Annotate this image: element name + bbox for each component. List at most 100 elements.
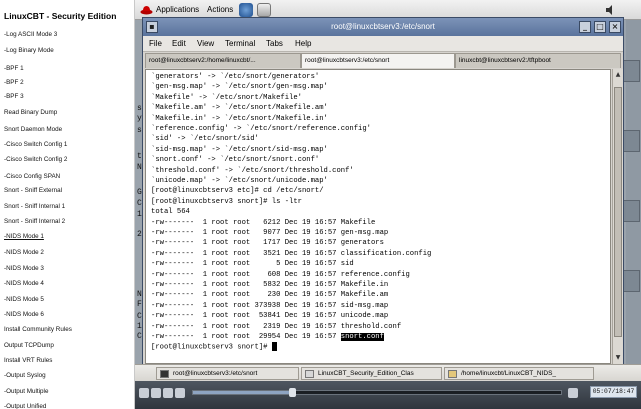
sidebar-lesson-item[interactable]: Snort Daemon Mode	[4, 124, 132, 136]
sidebar-lesson-item[interactable]: Install Community Rules	[4, 324, 132, 336]
media-icon	[305, 370, 314, 378]
actions-menu[interactable]: Actions	[207, 4, 233, 16]
sidebar-lesson-item[interactable]: -Log Binary Mode	[4, 45, 132, 57]
terminal-line: -rw------- 1 root root 9077 Dec 19 16:57…	[151, 228, 388, 238]
seek-handle[interactable]	[289, 388, 297, 397]
terminal-line: `gen-msg.map' -> `/etc/snort/gen-msg.map…	[151, 82, 328, 92]
terminal-line: -rw------- 1 root root 29954 Dec 19 16:5…	[151, 332, 384, 342]
window-menu-icon[interactable]: ▪	[146, 21, 158, 33]
terminal-line: -rw------- 1 root root 5832 Dec 19 16:57…	[151, 280, 388, 290]
terminal-line-text: `reference.config' -> `/etc/snort/refere…	[151, 125, 371, 133]
menu-terminal[interactable]: Terminal	[225, 38, 255, 50]
terminal-line: [root@linuxcbtserv3 snort]# ls -ltr	[151, 197, 302, 207]
sidebar-lesson-item[interactable]: Read Binary Dump	[4, 107, 132, 119]
sidebar-lesson-item[interactable]: Snort - Sniff External	[4, 185, 132, 197]
sidebar-lesson-item[interactable]: -NIDS Mode 2	[4, 247, 132, 259]
menu-edit[interactable]: Edit	[172, 38, 186, 50]
play-icon[interactable]	[139, 388, 149, 398]
sidebar-lesson-item[interactable]: -Cisco Switch Config 1	[4, 139, 132, 151]
taskbar-label: root@linuxcbtserv3:/etc/snort	[173, 370, 258, 377]
sidebar-lesson-item[interactable]: Snort - Sniff Internal 1	[4, 201, 132, 213]
sidebar-lesson-item[interactable]: -NIDS Mode 4	[4, 278, 132, 290]
terminal-line: -rw------- 1 root root 6212 Dec 19 16:57…	[151, 218, 375, 228]
terminal-line: -rw------- 1 root root 608 Dec 19 16:57 …	[151, 270, 410, 280]
sidebar-lesson-item[interactable]: Install VRT Rules	[4, 355, 132, 367]
taskbar-label: /home/linuxcbt/LinuxCBT_NIDS_	[461, 370, 557, 377]
terminal-line: `reference.config' -> `/etc/snort/refere…	[151, 124, 371, 134]
sidebar-lesson-item[interactable]: -NIDS Mode 3	[4, 263, 132, 275]
terminal-line-text: `sid' -> `/etc/snort/sid'	[151, 135, 259, 144]
redhat-icon[interactable]	[140, 4, 153, 15]
terminal-scrollbar[interactable]: ▲ ▼	[612, 69, 623, 364]
terminal-tab[interactable]: linuxcbt@linuxcbtserv2:/tftpboot	[455, 53, 621, 68]
stop-icon[interactable]	[163, 388, 173, 398]
terminal-line: `sid-msg.map' -> `/etc/snort/sid-msg.map…	[151, 145, 328, 155]
terminal-line-text: `unicode.map' -> `/etc/snort/unicode.map…	[151, 177, 328, 185]
pause-icon[interactable]	[151, 388, 161, 398]
sidebar-lesson-item[interactable]: -Cisco Switch Config 2	[4, 154, 132, 166]
folder-icon	[448, 370, 457, 378]
terminal-line: `sid' -> `/etc/snort/sid'	[151, 134, 259, 144]
terminal-prompt[interactable]: [root@linuxcbtserv3 snort]#	[151, 342, 277, 352]
menu-file[interactable]: File	[149, 38, 162, 50]
web-browser-icon[interactable]	[239, 3, 253, 17]
sidebar-lesson-item[interactable]: Output TCPDump	[4, 340, 132, 352]
taskbar-item-player[interactable]: LinuxCBT_Security_Edition_Clas	[301, 367, 442, 380]
terminal-line: total 564	[151, 207, 190, 217]
sidebar-lesson-item[interactable]: -NIDS Mode 1	[4, 231, 132, 243]
terminal-line: -rw------- 1 root root 5 Dec 19 16:57 si…	[151, 259, 354, 269]
close-icon[interactable]: ×	[609, 21, 621, 33]
terminal-line-text: -rw------- 1 root root 2319 Dec 19 16:57…	[151, 322, 402, 331]
video-player-bar: 05:07/18:47	[135, 381, 641, 409]
course-title: LinuxCBT - Security Edition	[4, 11, 117, 21]
terminal-line-text: `gen-msg.map' -> `/etc/snort/gen-msg.map…	[151, 83, 328, 92]
terminal-tabbar: root@linuxcbtserv2:/home/linuxcbt/... ro…	[143, 52, 623, 68]
selected-filename[interactable]: snort.conf	[340, 333, 384, 341]
taskbar-item-terminal[interactable]: root@linuxcbtserv3:/etc/snort	[156, 367, 299, 380]
terminal-tab[interactable]: root@linuxcbtserv2:/home/linuxcbt/...	[145, 53, 301, 68]
terminal-line-text: `Makefile' -> `/etc/snort/Makefile'	[151, 93, 302, 102]
sidebar-lesson-item[interactable]: Snort - Sniff Internal 2	[4, 216, 132, 228]
sidebar-lesson-item[interactable]: -Log ASCII Mode 3	[4, 29, 132, 41]
sidebar-lesson-item[interactable]: -BPF 2	[4, 77, 132, 89]
desktop: Applications Actions systNGC12NFC1C root…	[135, 0, 641, 409]
window-titlebar[interactable]: root@linuxcbtserv3:/etc/snort ▪ _ □ ×	[143, 18, 623, 36]
applications-menu[interactable]: Applications	[156, 4, 199, 16]
sidebar-lesson-item[interactable]: -NIDS Mode 5	[4, 294, 132, 306]
sidebar-lesson-item[interactable]: -NIDS Mode 6	[4, 309, 132, 321]
sidebar-lesson-item[interactable]: -BPF 1	[4, 63, 132, 75]
minimize-icon[interactable]: _	[579, 21, 591, 33]
terminal-line-text: -rw------- 1 root root 53841 Dec 19 16:5…	[151, 312, 389, 321]
sidebar-lesson-item[interactable]: -Output Multiple	[4, 386, 132, 398]
sidebar-lesson-item[interactable]: -Cisco Config SPAN	[4, 171, 132, 183]
maximize-icon[interactable]: □	[594, 21, 606, 33]
terminal-line-text: total 564	[151, 208, 190, 217]
terminal-tab-active[interactable]: root@linuxcbtserv3:/etc/snort	[301, 53, 455, 68]
rewind-icon[interactable]	[175, 388, 185, 398]
terminal-line: -rw------- 1 root root 2319 Dec 19 16:57…	[151, 322, 401, 332]
window-title: root@linuxcbtserv3:/etc/snort	[331, 22, 435, 31]
sidebar-lesson-item[interactable]: -BPF 3	[4, 91, 132, 103]
seek-bar-fill	[193, 391, 293, 394]
taskbar-item-folder[interactable]: /home/linuxcbt/LinuxCBT_NIDS_	[444, 367, 594, 380]
terminal-output[interactable]: `generators' -> `/etc/snort/generators' `…	[145, 69, 611, 364]
volume-icon[interactable]	[605, 4, 617, 16]
menu-help[interactable]: Help	[295, 38, 311, 50]
terminal-line: -rw------- 1 root root 230 Dec 19 16:57 …	[151, 290, 388, 300]
terminal-line-text: -rw------- 1 root root 373938 Dec 19 16:…	[151, 301, 389, 310]
sidebar-lesson-item[interactable]: -Output Syslog	[4, 370, 132, 382]
terminal-line-text: -rw------- 1 root root 5 Dec 19 16:57 si…	[151, 260, 354, 269]
sidebar-lesson-item[interactable]: -Output Unified	[4, 401, 132, 409]
scroll-up-icon[interactable]: ▲	[614, 70, 622, 79]
menu-tabs[interactable]: Tabs	[266, 38, 283, 50]
scroll-down-icon[interactable]: ▼	[614, 353, 622, 362]
terminal-line-text: -rw------- 1 root root 1717 Dec 19 16:57…	[151, 239, 384, 248]
terminal-line: `Makefile.in' -> `/etc/snort/Makefile.in…	[151, 114, 328, 124]
email-icon[interactable]	[257, 3, 271, 17]
menu-view[interactable]: View	[197, 38, 214, 50]
volume-icon[interactable]	[568, 388, 578, 398]
terminal-icon	[160, 370, 169, 378]
scrollbar-thumb[interactable]	[614, 87, 622, 337]
seek-bar[interactable]	[192, 388, 562, 397]
terminal-line-text: -rw------- 1 root root 608 Dec 19 16:57 …	[151, 270, 410, 279]
